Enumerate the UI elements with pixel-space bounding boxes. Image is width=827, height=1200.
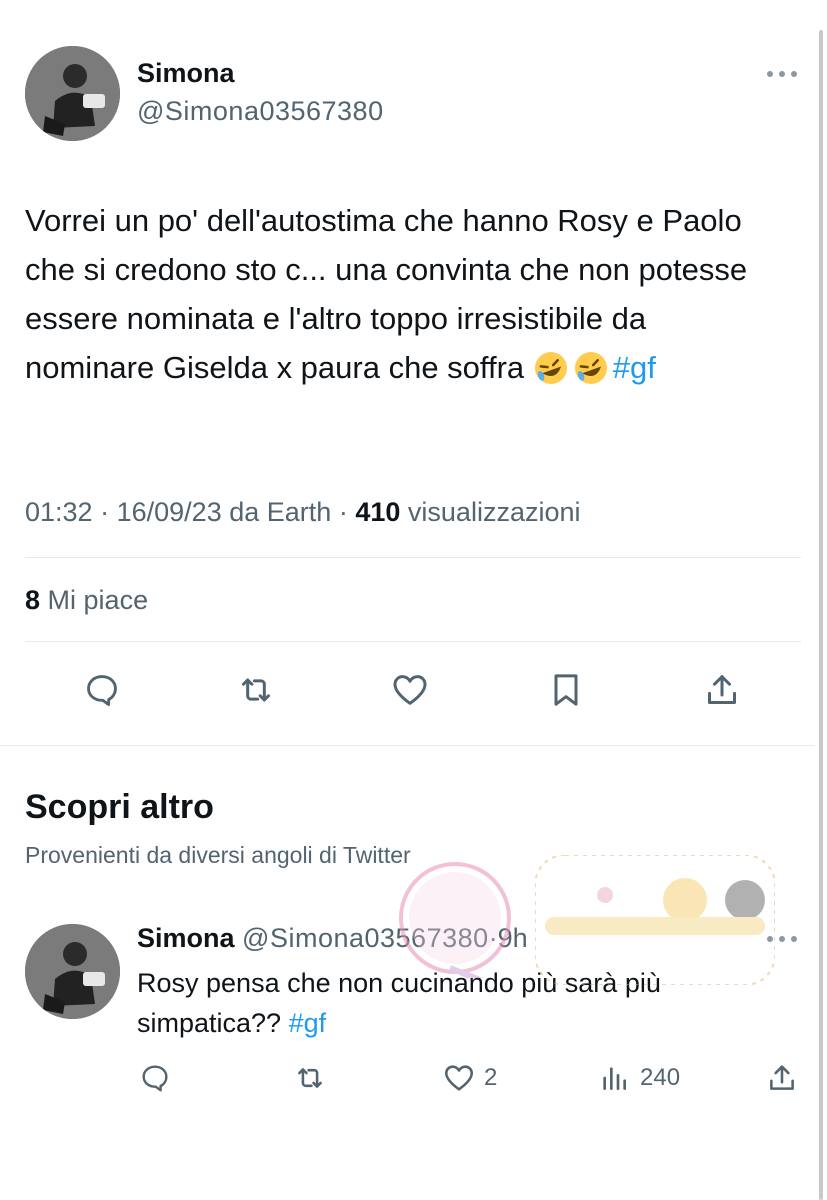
- views-count: 410: [355, 497, 401, 527]
- divider: [25, 557, 801, 558]
- reply-likes-count: 2: [484, 1064, 498, 1091]
- reply-time-ago[interactable]: 9h: [498, 923, 528, 953]
- likes-count: 8: [25, 585, 41, 615]
- share-icon[interactable]: [700, 668, 744, 712]
- rofl-emoji-icon: [573, 350, 609, 386]
- reply-author-name[interactable]: Simona: [137, 923, 235, 953]
- reply-views-button[interactable]: 240: [598, 1060, 680, 1096]
- likes-stat[interactable]: 8 Mi piace: [25, 585, 148, 616]
- bookmark-icon[interactable]: [544, 668, 588, 712]
- reply-retweet-icon[interactable]: [290, 1060, 330, 1096]
- watermark-logo: [350, 858, 520, 991]
- reply-text-content: Rosy pensa che non cucinando più sarà pi…: [137, 968, 661, 1038]
- reply-header: Simona @Simona03567380·9h: [137, 923, 528, 954]
- section-divider: [0, 745, 815, 746]
- reply-more-options-icon[interactable]: [764, 929, 800, 949]
- tweet-source: da Earth: [229, 497, 332, 527]
- tweet-date[interactable]: 16/09/23: [117, 497, 222, 527]
- reply-reply-icon[interactable]: [135, 1060, 175, 1096]
- like-heart-icon[interactable]: [388, 668, 432, 712]
- section-title: Scopri altro: [25, 788, 214, 826]
- reply-share-icon[interactable]: [762, 1060, 802, 1096]
- reply-hashtag-link[interactable]: #gf: [289, 1008, 327, 1038]
- meta-separator: ·: [338, 497, 348, 527]
- likes-label: Mi piace: [47, 585, 149, 615]
- scrollbar[interactable]: [819, 30, 823, 1200]
- reply-icon[interactable]: [80, 668, 124, 712]
- reply-like-button[interactable]: 2: [442, 1060, 497, 1096]
- author-avatar[interactable]: [25, 46, 120, 141]
- more-options-icon[interactable]: [764, 64, 800, 84]
- tweet-text: Vorrei un po' dell'autostima che hanno R…: [25, 196, 775, 392]
- hashtag-link[interactable]: #gf: [613, 350, 656, 385]
- reply-author-avatar[interactable]: [25, 924, 120, 1019]
- tweet-meta: 01:32 · 16/09/23 da Earth · 410 visualiz…: [25, 497, 581, 528]
- reply-views-count: 240: [640, 1064, 681, 1091]
- divider: [25, 641, 801, 642]
- reply-text: Rosy pensa che non cucinando più sarà pi…: [137, 963, 787, 1043]
- author-name[interactable]: Simona: [137, 58, 235, 89]
- reply-author-handle[interactable]: @Simona03567380: [242, 923, 489, 953]
- author-handle[interactable]: @Simona03567380: [137, 96, 384, 127]
- retweet-icon[interactable]: [234, 668, 278, 712]
- tweet-time[interactable]: 01:32: [25, 497, 93, 527]
- meta-separator: ·: [488, 923, 498, 953]
- section-subtitle: Provenienti da diversi angoli di Twitter: [25, 842, 411, 868]
- rofl-emoji-icon: [533, 350, 569, 386]
- meta-separator: ·: [100, 497, 110, 527]
- views-label: visualizzazioni: [407, 497, 581, 527]
- views-chart-icon[interactable]: [598, 1062, 630, 1094]
- reply-like-heart-icon[interactable]: [442, 1061, 476, 1095]
